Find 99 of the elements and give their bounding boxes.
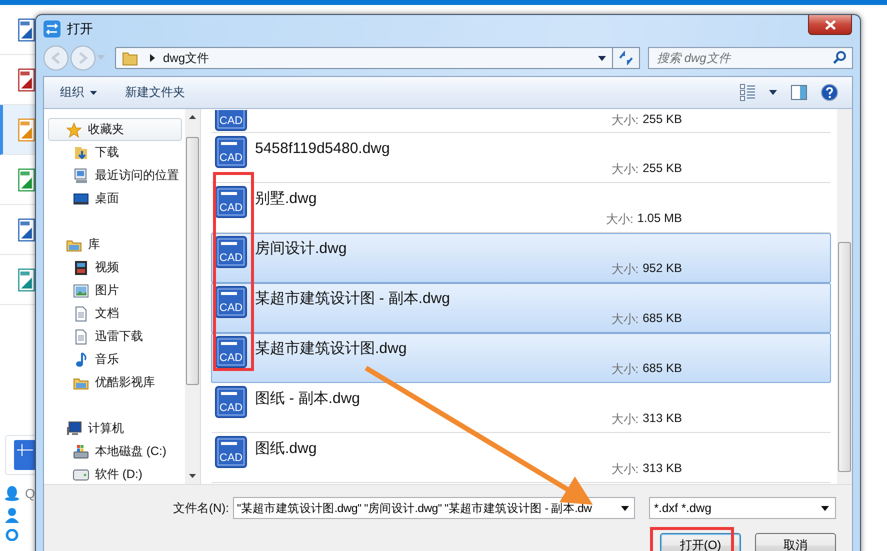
help-icon[interactable] bbox=[821, 84, 838, 101]
nav-item[interactable]: 下载 bbox=[44, 141, 185, 164]
refresh-icon bbox=[618, 51, 634, 66]
picture-icon bbox=[73, 282, 89, 298]
document-icon bbox=[73, 306, 89, 322]
nav-item[interactable]: 最近访问的位置 bbox=[44, 164, 185, 187]
app-link-text[interactable]: Q bbox=[25, 486, 36, 500]
dropdown-arrow-icon bbox=[821, 506, 829, 510]
breadcrumb-arrow-icon[interactable] bbox=[150, 54, 155, 62]
file-name: 某超市建筑设计图 - 副本.dwg bbox=[255, 290, 452, 308]
size-label: 大小: bbox=[611, 411, 639, 428]
size-label: 大小: bbox=[611, 112, 639, 129]
refresh-button[interactable] bbox=[612, 47, 640, 70]
nav-item[interactable]: 桌面 bbox=[44, 187, 185, 210]
nav-item[interactable]: 收藏夹 bbox=[48, 118, 182, 141]
scroll-up-icon[interactable] bbox=[189, 115, 196, 119]
contact-icon[interactable] bbox=[5, 507, 19, 523]
organize-menu[interactable]: 组织 bbox=[54, 81, 103, 104]
file-name: 某超市建筑设计图.dwg bbox=[255, 340, 408, 358]
file-size: 1.05 MB bbox=[637, 211, 682, 227]
file-name: 5458f119d5480.dwg bbox=[255, 140, 391, 158]
search-field[interactable]: 搜索 dwg文件 bbox=[648, 47, 853, 70]
film-icon bbox=[73, 260, 89, 276]
file-row[interactable]: CAD 某超市建筑设计图.dwg 大小: 685 KB bbox=[211, 333, 831, 383]
view-options-icon[interactable] bbox=[740, 84, 755, 101]
address-path[interactable]: dwg文件 bbox=[163, 50, 210, 67]
view-caret-icon[interactable] bbox=[769, 90, 777, 95]
file-name: 图纸.dwg bbox=[255, 440, 318, 458]
caret-icon bbox=[90, 90, 97, 94]
recent-places-icon bbox=[73, 168, 89, 184]
nav-item[interactable]: 图片 bbox=[44, 279, 185, 302]
file-size: 952 KB bbox=[642, 261, 682, 277]
size-label: 大小: bbox=[611, 311, 639, 328]
folder-icon bbox=[122, 50, 138, 66]
dropdown-arrow-icon[interactable] bbox=[598, 56, 606, 61]
file-row[interactable]: CAD 5458f119d5480.dwg 大小: 255 KB bbox=[211, 133, 831, 183]
close-icon bbox=[824, 20, 836, 30]
cad-file-icon: CAD bbox=[215, 286, 247, 318]
size-label: 大小: bbox=[611, 461, 639, 478]
cad-file-icon: CAD bbox=[215, 186, 247, 218]
file-size: 313 KB bbox=[642, 411, 682, 427]
scroll-down-icon[interactable] bbox=[189, 474, 196, 478]
file-name: 图纸 - 副本.dwg bbox=[255, 390, 362, 408]
size-label: 大小: bbox=[611, 161, 639, 178]
search-icon[interactable] bbox=[833, 51, 846, 64]
file-size: 685 KB bbox=[642, 311, 682, 327]
preview-pane-icon[interactable] bbox=[791, 85, 807, 100]
star-icon bbox=[66, 122, 82, 138]
music-note-icon bbox=[73, 352, 89, 368]
drive-icon bbox=[73, 466, 89, 482]
nav-item[interactable]: 计算机 bbox=[48, 417, 182, 440]
cad-file-icon: CAD bbox=[215, 136, 247, 168]
file-name: 别墅.dwg bbox=[255, 190, 318, 208]
window-icon bbox=[43, 20, 61, 38]
file-row[interactable]: CAD 某超市建筑设计图 - 副本.dwg 大小: 685 KB bbox=[211, 283, 831, 333]
file-size: 255 KB bbox=[642, 112, 682, 128]
cancel-button[interactable]: 取消 bbox=[755, 533, 836, 551]
file-name: 房间设计.dwg bbox=[255, 240, 348, 258]
scrollbar[interactable] bbox=[837, 109, 852, 484]
desktop-icon bbox=[73, 190, 89, 206]
size-label: 大小: bbox=[611, 361, 639, 378]
cad-file-icon: CAD bbox=[215, 336, 247, 368]
window-title: 打开 bbox=[67, 20, 93, 38]
address-field[interactable]: dwg文件 bbox=[115, 47, 613, 70]
document-icon bbox=[73, 328, 89, 344]
computer-icon bbox=[66, 420, 82, 436]
app-list-item[interactable] bbox=[0, 105, 35, 155]
nav-item[interactable]: 优酷影视库 bbox=[44, 371, 185, 394]
nav-item[interactable]: 软件 (D:) bbox=[44, 463, 185, 486]
cad-file-icon: CAD bbox=[215, 110, 247, 131]
file-row[interactable]: CAD 房间设计.dwg 大小: 952 KB bbox=[211, 233, 831, 283]
file-row[interactable]: CAD 大小: 255 KB bbox=[211, 109, 831, 133]
scrollbar[interactable] bbox=[185, 109, 200, 484]
file-row[interactable]: CAD 图纸 - 副本.dwg 大小: 313 KB bbox=[211, 383, 831, 433]
file-type-dropdown[interactable]: *.dxf *.dwg bbox=[649, 497, 836, 519]
nav-item[interactable]: 迅雷下载 bbox=[44, 325, 185, 348]
nav-item[interactable]: 视频 bbox=[44, 256, 185, 279]
file-name-label: 文件名(N): bbox=[173, 500, 229, 516]
download-folder-icon bbox=[73, 144, 89, 160]
cad-file-icon: CAD bbox=[215, 386, 247, 418]
size-label: 大小: bbox=[606, 211, 634, 228]
hard-disk-icon bbox=[73, 444, 89, 460]
nav-item[interactable]: 文档 bbox=[44, 302, 185, 325]
nav-item[interactable]: 音乐 bbox=[44, 348, 185, 371]
file-size: 685 KB bbox=[642, 361, 682, 377]
size-label: 大小: bbox=[611, 261, 639, 278]
cad-file-icon: CAD bbox=[215, 436, 247, 468]
nav-item[interactable]: 本地磁盘 (C:) bbox=[44, 440, 185, 463]
file-size: 255 KB bbox=[642, 161, 682, 177]
file-size: 313 KB bbox=[642, 461, 682, 477]
scrollbar-thumb[interactable] bbox=[838, 242, 851, 472]
file-name-field[interactable]: "某超市建筑设计图.dwg" "房间设计.dwg" "某超市建筑设计图 - 副本.dw bbox=[233, 497, 635, 519]
dropdown-arrow-icon bbox=[621, 506, 629, 510]
file-row[interactable]: CAD 图纸.dwg 大小: 313 KB bbox=[211, 433, 831, 483]
new-folder-button[interactable]: 新建文件夹 bbox=[119, 81, 191, 104]
scrollbar-thumb[interactable] bbox=[186, 137, 199, 385]
nav-item[interactable]: 库 bbox=[48, 233, 182, 256]
close-button[interactable] bbox=[808, 15, 852, 35]
cad-file-icon: CAD bbox=[215, 236, 247, 268]
